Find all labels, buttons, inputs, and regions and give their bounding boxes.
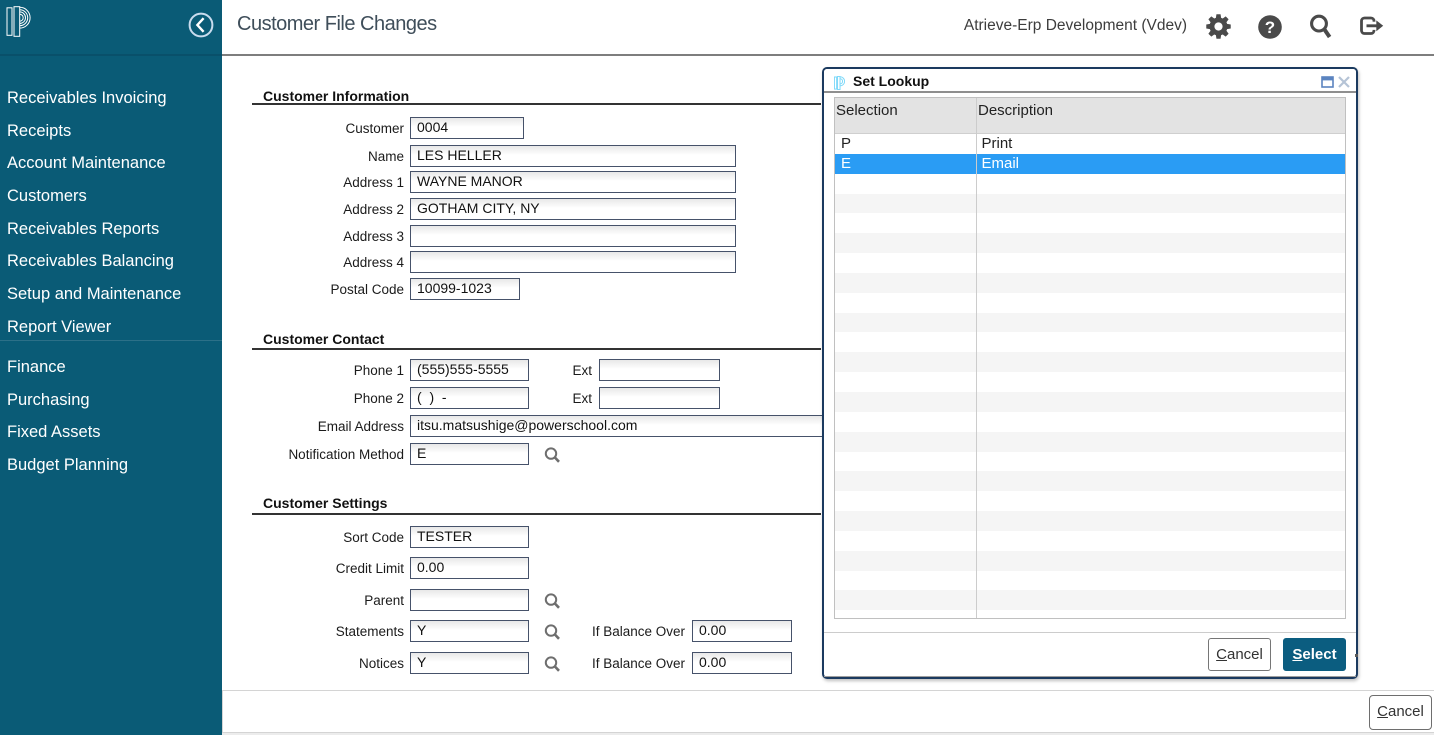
svg-text:?: ? bbox=[1265, 18, 1275, 37]
